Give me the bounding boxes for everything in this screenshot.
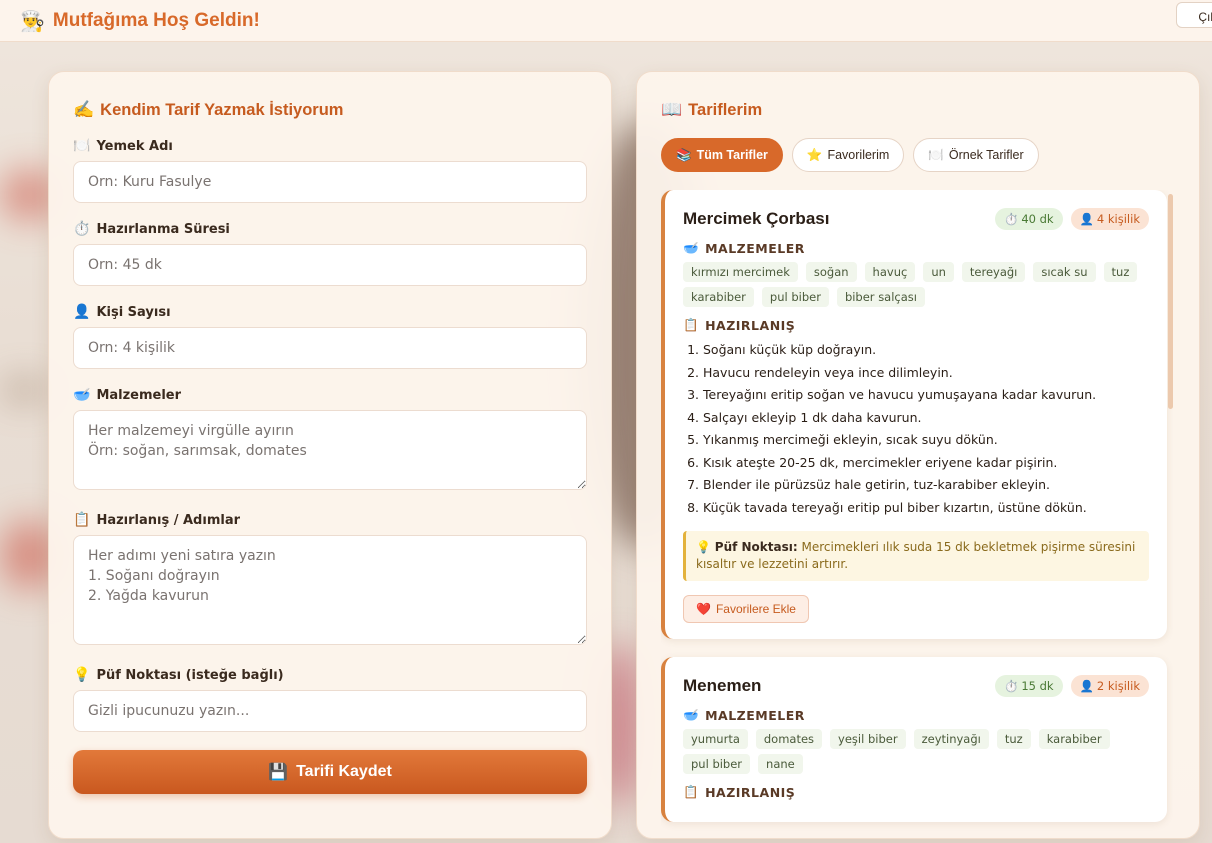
form-title: ✍️ Kendim Tarif Yazmak İstiyorum xyxy=(73,100,344,119)
logout-button[interactable]: Çıkış xyxy=(1176,2,1212,28)
field-ingredients: 🥣 Malzemeler xyxy=(73,387,587,494)
heart-icon: ❤️ xyxy=(696,602,711,616)
recipe-card: Menemen ⏱️ 15 dk 👤 2 kişilik 🥣 MALZEMELER y… xyxy=(661,657,1167,822)
ingredient-chip: sıcak su xyxy=(1033,262,1096,282)
clipboard-icon: 📋 xyxy=(683,317,700,332)
field-tip: 💡 Püf Noktası (isteğe bağlı) xyxy=(73,667,587,732)
recipe-title: Mercimek Çorbası xyxy=(683,209,830,228)
lightbulb-icon: 💡 xyxy=(73,667,91,683)
ingredients-heading: 🥣 MALZEMELER xyxy=(683,240,805,256)
ingredients-textarea[interactable] xyxy=(73,410,587,490)
recipe-form-panel: ✍️ Kendim Tarif Yazmak İstiyorum 🍽️ Yemek… xyxy=(48,71,612,839)
ingredient-chips: kırmızı mercimek soğan havuç un tereyağı… xyxy=(683,262,1149,307)
brand: 👨‍🍳 Mutfağıma Hoş Geldin! xyxy=(20,10,260,32)
recipes-panel: 📖 Tariflerim 📚 Tüm Tarifler ⭐ Favorileri… xyxy=(636,71,1200,839)
star-icon: ⭐ xyxy=(806,147,823,162)
bowl-icon: 🥣 xyxy=(683,707,700,722)
person-icon: 👤 xyxy=(1079,679,1094,693)
tab-all-recipes[interactable]: 📚 Tüm Tarifler xyxy=(661,138,783,172)
books-icon: 📚 xyxy=(676,147,692,162)
step-item: Havucu rendeleyin veya ince dilimleyin. xyxy=(703,362,1149,385)
step-item: Yıkanmış mercimeği ekleyin, sıcak suyu d… xyxy=(703,429,1149,452)
recipe-name-input[interactable] xyxy=(73,161,587,203)
app-title: Mutfağıma Hoş Geldin! xyxy=(52,9,260,31)
lightbulb-icon: 💡 xyxy=(696,540,711,554)
ingredient-chip: tuz xyxy=(996,729,1031,749)
stopwatch-icon: ⏱️ xyxy=(73,221,91,237)
ingredient-chip: soğan xyxy=(805,262,857,282)
step-item: Blender ile pürüzsüz hale getirin, tuz-k… xyxy=(703,474,1149,497)
recipe-tabs: 📚 Tüm Tarifler ⭐ Favorilerim 🍽️ Örnek Ta… xyxy=(661,138,1175,172)
recipe-title: Menemen xyxy=(683,676,762,695)
duration-input[interactable] xyxy=(73,244,587,286)
clipboard-icon: 📋 xyxy=(683,784,700,799)
tip-label: Püf Noktası: xyxy=(714,540,798,554)
tab-sample-recipes[interactable]: 🍽️ Örnek Tarifler xyxy=(913,138,1039,172)
step-item: Tereyağını eritip soğan ve havucu yumuşa… xyxy=(703,384,1149,407)
servings-input[interactable] xyxy=(73,327,587,369)
step-item: Soğanı küçük küp doğrayın. xyxy=(703,339,1149,362)
writing-hand-icon: ✍️ xyxy=(73,100,95,119)
ingredient-chip: domates xyxy=(755,729,823,749)
ingredient-chips: yumurta domates yeşil biber zeytinyağı t… xyxy=(683,729,1149,774)
time-badge: ⏱️ 40 dk xyxy=(995,208,1063,230)
plate-icon: 🍽️ xyxy=(928,147,944,162)
ingredient-chip: karabiber xyxy=(683,287,754,307)
servings-badge: 👤 4 kişilik xyxy=(1070,208,1149,230)
book-icon: 📖 xyxy=(661,100,683,119)
tip-box: 💡 Püf Noktası: Mercimekleri ılık suda 15… xyxy=(683,531,1149,581)
ingredient-chip: yumurta xyxy=(683,729,748,749)
stopwatch-icon: ⏱️ xyxy=(1004,212,1019,226)
ingredient-chip: yeşil biber xyxy=(830,729,906,749)
recipe-list-scrollbar[interactable] xyxy=(1168,194,1173,409)
time-badge: ⏱️ 15 dk xyxy=(995,675,1063,697)
recipe-list[interactable]: Mercimek Çorbası ⏱️ 40 dk 👤 4 kişilik 🥣 MAL… xyxy=(661,190,1173,835)
ingredient-chip: pul biber xyxy=(683,754,751,774)
step-item: Küçük tavada tereyağı eritip pul biber k… xyxy=(703,497,1149,520)
field-name: 🍽️ Yemek Adı xyxy=(73,138,587,203)
servings-badge: 👤 2 kişilik xyxy=(1070,675,1149,697)
bowl-icon: 🥣 xyxy=(73,387,91,403)
field-duration: ⏱️ Hazırlanma Süresi xyxy=(73,221,587,286)
stopwatch-icon: ⏱️ xyxy=(1004,679,1019,693)
ingredient-chip: nane xyxy=(758,754,803,774)
field-steps: 📋 Hazırlanış / Adımlar xyxy=(73,512,587,649)
chef-icon: 👨‍🍳 xyxy=(20,8,45,33)
person-icon: 👤 xyxy=(73,304,91,320)
add-favorite-button[interactable]: ❤️ Favorilere Ekle xyxy=(683,595,809,623)
steps-heading: 📋 HAZIRLANIŞ xyxy=(683,784,796,800)
ingredient-chip: havuç xyxy=(864,262,916,282)
steps-heading: 📋 HAZIRLANIŞ xyxy=(683,317,796,333)
tip-input[interactable] xyxy=(73,690,587,732)
recipes-title: 📖 Tariflerim xyxy=(661,100,763,119)
ingredients-heading: 🥣 MALZEMELER xyxy=(683,707,805,723)
plate-icon: 🍽️ xyxy=(73,138,91,154)
tab-favorites[interactable]: ⭐ Favorilerim xyxy=(791,138,905,172)
person-icon: 👤 xyxy=(1079,212,1094,226)
clipboard-icon: 📋 xyxy=(73,512,91,528)
step-item: Salçayı ekleyip 1 dk daha kavurun. xyxy=(703,407,1149,430)
ingredient-chip: tereyağı xyxy=(961,262,1026,282)
bowl-icon: 🥣 xyxy=(683,240,700,255)
floppy-icon: 💾 xyxy=(268,764,289,781)
ingredient-chip: kırmızı mercimek xyxy=(683,262,798,282)
recipe-card: Mercimek Çorbası ⏱️ 40 dk 👤 4 kişilik 🥣 MAL… xyxy=(661,190,1167,639)
ingredient-chip: tuz xyxy=(1103,262,1138,282)
save-recipe-button[interactable]: 💾 Tarifi Kaydet xyxy=(73,750,587,794)
ingredient-chip: zeytinyağı xyxy=(913,729,989,749)
ingredient-chip: karabiber xyxy=(1038,729,1110,749)
ingredient-chip: pul biber xyxy=(761,287,829,307)
ingredient-chip: biber salçası xyxy=(836,287,925,307)
steps-list: Soğanı küçük küp doğrayın. Havucu rendel… xyxy=(703,339,1149,519)
top-bar: 👨‍🍳 Mutfağıma Hoş Geldin! Çıkış xyxy=(0,0,1212,42)
field-servings: 👤 Kişi Sayısı xyxy=(73,304,587,369)
ingredient-chip: un xyxy=(923,262,954,282)
step-item: Kısık ateşte 20-25 dk, mercimekler eriye… xyxy=(703,452,1149,475)
steps-textarea[interactable] xyxy=(73,535,587,645)
